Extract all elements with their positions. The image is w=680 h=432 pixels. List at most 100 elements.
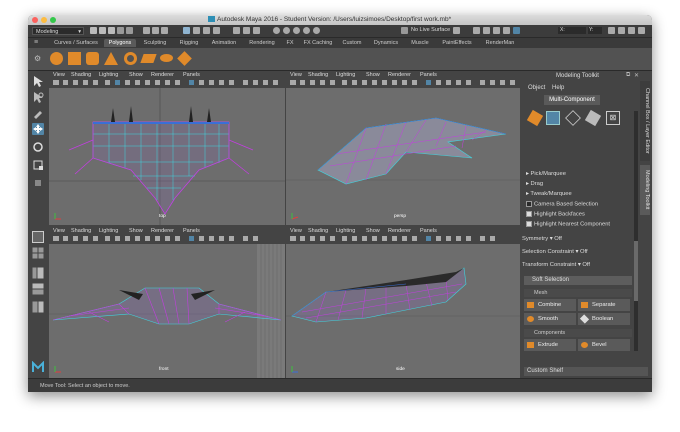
mesh-section[interactable]: Mesh: [524, 289, 632, 297]
vp-menu-lighting[interactable]: Lighting: [99, 228, 118, 234]
show-toolkit-icon[interactable]: [618, 27, 625, 34]
vp-menu-shading[interactable]: Shading: [308, 228, 328, 234]
persp-graph-layout-icon[interactable]: [32, 283, 44, 295]
new-scene-icon[interactable]: [90, 27, 97, 34]
vp-menu-view[interactable]: View: [290, 228, 302, 234]
shelf-tab-muscle[interactable]: Muscle: [406, 39, 434, 47]
vp-menu-show[interactable]: Show: [129, 72, 143, 78]
vp-menu-view[interactable]: View: [53, 72, 65, 78]
selection-constraint-dropdown[interactable]: Selection Constraint ▾ Off: [522, 249, 588, 255]
tab-channel-box[interactable]: Channel Box / Layer Editor: [640, 81, 650, 161]
vp-menu-shading[interactable]: Shading: [71, 72, 91, 78]
vp-menu-renderer[interactable]: Renderer: [151, 72, 174, 78]
select-object-icon[interactable]: [152, 27, 159, 34]
components-section[interactable]: Components: [524, 329, 632, 337]
shelf-tab-renderman[interactable]: RenderMan: [480, 39, 520, 47]
smooth-button[interactable]: Smooth: [524, 313, 576, 325]
show-channel-box-icon[interactable]: [608, 27, 615, 34]
select-component-icon[interactable]: [161, 27, 168, 34]
vp-menu-renderer[interactable]: Renderer: [151, 228, 174, 234]
extrude-button[interactable]: Extrude: [524, 339, 576, 351]
shelf-tab-animation[interactable]: Animation: [206, 39, 242, 47]
snap-point-icon[interactable]: [203, 27, 210, 34]
soft-selection-section[interactable]: Soft Selection: [524, 276, 632, 285]
symmetry-icon[interactable]: [453, 27, 460, 34]
zoom-window-button[interactable]: [50, 17, 56, 23]
shelf-tab-fx-caching[interactable]: FX Caching: [300, 39, 336, 47]
vp-menu-view[interactable]: View: [290, 72, 302, 78]
shelf-tab-rendering[interactable]: Rendering: [244, 39, 280, 47]
move-tool-icon[interactable]: [32, 123, 44, 135]
shelf-tab-curves-surfaces[interactable]: Curves / Surfaces: [50, 39, 102, 47]
viewport-side[interactable]: View Shading Lighting Show Renderer Pane…: [286, 227, 520, 378]
redo-icon[interactable]: [126, 27, 133, 34]
attribute-editor-icon[interactable]: [513, 27, 520, 34]
vp-menu-show[interactable]: Show: [366, 228, 380, 234]
shelf-tab-polygons[interactable]: Polygons: [104, 39, 136, 47]
poly-sphere-icon[interactable]: [50, 52, 63, 65]
lock-icon[interactable]: [243, 27, 250, 34]
vp-menu-shading[interactable]: Shading: [71, 228, 91, 234]
scroll-thumb[interactable]: [634, 241, 638, 301]
snap-view-icon[interactable]: [213, 27, 220, 34]
sculpt-icon[interactable]: [503, 27, 510, 34]
outliner-layout-icon[interactable]: [32, 301, 44, 313]
live-surface-magnet-icon[interactable]: [401, 27, 408, 34]
render-icon[interactable]: [283, 27, 290, 34]
vp-menu-panels[interactable]: Panels: [420, 228, 437, 234]
uv-editor-icon[interactable]: [493, 27, 500, 34]
shelf-gear-icon[interactable]: ⚙: [34, 54, 41, 63]
float-panel-icon[interactable]: ⧉: [626, 72, 630, 79]
four-view-layout-icon[interactable]: [32, 247, 44, 259]
tool-pick-marquee[interactable]: ▸ Pick/Marquee: [526, 171, 566, 177]
poly-disc-icon[interactable]: [160, 54, 173, 62]
transform-constraint-dropdown[interactable]: Transform Constraint ▾ Off: [522, 262, 590, 268]
shelf-tab-painteffects[interactable]: PaintEffects: [436, 39, 478, 47]
bevel-button[interactable]: Bevel: [578, 339, 630, 351]
vp-menu-renderer[interactable]: Renderer: [388, 228, 411, 234]
select-hierarchy-icon[interactable]: [143, 27, 150, 34]
tab-modeling-toolkit[interactable]: Modeling Toolkit: [640, 165, 650, 215]
face-mode-icon[interactable]: [584, 109, 602, 127]
poly-plane-icon[interactable]: [140, 54, 157, 63]
select-tool-icon[interactable]: [32, 75, 44, 87]
symmetry-dropdown[interactable]: Symmetry ▾ Off: [522, 236, 562, 242]
viewport-front[interactable]: View Shading Lighting Show Renderer Pane…: [49, 227, 285, 378]
undo-icon[interactable]: [117, 27, 124, 34]
single-perspective-layout-icon[interactable]: [32, 231, 44, 243]
tool-drag[interactable]: ▸ Drag: [526, 181, 543, 187]
highlight-backfaces-checkbox[interactable]: Highlight Backfaces: [526, 211, 585, 218]
poly-cylinder-icon[interactable]: [86, 52, 99, 65]
render-view-icon[interactable]: [483, 27, 490, 34]
shelf-tab-fx[interactable]: FX: [282, 39, 298, 47]
shelf-tab-sculpting[interactable]: Sculpting: [138, 39, 172, 47]
open-scene-icon[interactable]: [99, 27, 106, 34]
close-window-button[interactable]: [32, 17, 38, 23]
vp-menu-shading[interactable]: Shading: [308, 72, 328, 78]
vp-menu-show[interactable]: Show: [129, 228, 143, 234]
grid-toggle-icon[interactable]: [473, 27, 480, 34]
boolean-button[interactable]: Boolean: [578, 313, 630, 325]
poly-cone-icon[interactable]: [104, 52, 118, 65]
vp-menu-show[interactable]: Show: [366, 72, 380, 78]
vertex-mode-icon[interactable]: [546, 111, 560, 125]
ipr-render-icon[interactable]: [293, 27, 300, 34]
vp-menu-lighting[interactable]: Lighting: [99, 72, 118, 78]
scale-tool-icon[interactable]: [32, 159, 44, 171]
vp-menu-renderer[interactable]: Renderer: [388, 72, 411, 78]
x-field[interactable]: X:: [558, 27, 586, 34]
combine-button[interactable]: Combine: [524, 299, 576, 311]
last-tool-icon[interactable]: [32, 177, 44, 189]
paint-select-tool-icon[interactable]: [32, 107, 44, 119]
poly-torus-icon[interactable]: [124, 52, 137, 65]
minimize-window-button[interactable]: [41, 17, 47, 23]
vp-menu-lighting[interactable]: Lighting: [336, 228, 355, 234]
viewport-top[interactable]: View Shading Lighting Show Renderer Pane…: [49, 71, 285, 225]
history-icon[interactable]: [233, 27, 240, 34]
shelf-menu-icon[interactable]: ≡: [34, 39, 38, 46]
highlight-nearest-checkbox[interactable]: Highlight Nearest Component: [526, 221, 610, 228]
show-tool-settings-icon[interactable]: [638, 27, 645, 34]
render-settings-icon[interactable]: [303, 27, 310, 34]
live-surface-field[interactable]: No Live Surface: [411, 27, 450, 33]
poly-platonic-icon[interactable]: [177, 51, 192, 66]
